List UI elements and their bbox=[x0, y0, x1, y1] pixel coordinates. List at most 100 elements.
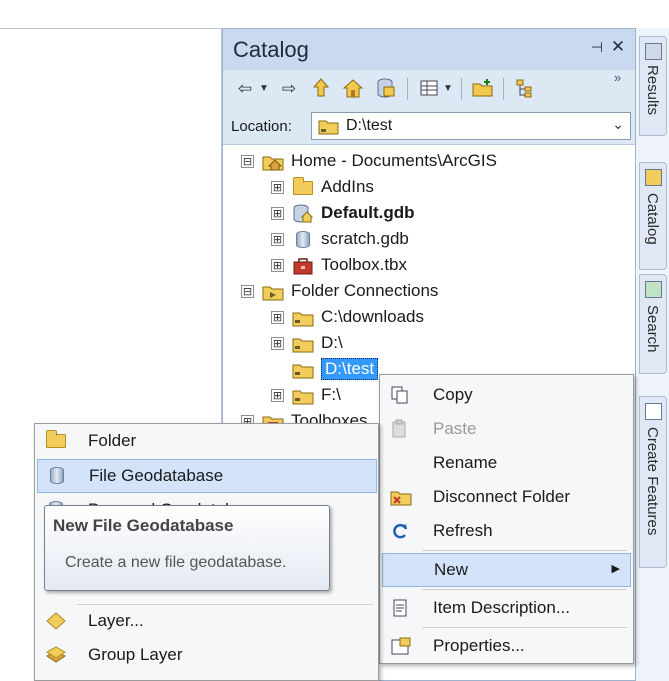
catalog-toolbar: ⇦ ▼ ⇨ ▼ bbox=[223, 69, 635, 107]
tree-item-label: C:\downloads bbox=[321, 307, 425, 326]
toggle-contents-icon[interactable] bbox=[373, 77, 397, 101]
menu-item-label: Item Description... bbox=[433, 598, 570, 617]
location-combobox[interactable]: D:\test ⌄ bbox=[311, 112, 631, 140]
create-features-icon bbox=[645, 403, 662, 420]
tooltip-body: Create a new file geodatabase. bbox=[65, 554, 287, 571]
tab-search[interactable]: Search bbox=[639, 274, 667, 374]
menu-item-label: New bbox=[434, 560, 469, 579]
folder-connections-icon bbox=[262, 282, 284, 301]
tree-options-icon[interactable] bbox=[513, 77, 537, 101]
menu-item-new-folder[interactable]: Folder bbox=[37, 425, 377, 457]
menu-item-item-description[interactable]: Item Description... bbox=[382, 592, 631, 624]
paste-icon bbox=[390, 419, 410, 439]
tree-item-label: F:\ bbox=[321, 385, 341, 404]
expand-icon[interactable]: ⊞ bbox=[271, 310, 284, 324]
home-icon[interactable] bbox=[341, 77, 365, 101]
tree-item-home[interactable]: ⊟ Home - Documents\ArcGIS bbox=[241, 149, 497, 173]
connect-folder-icon[interactable] bbox=[471, 77, 495, 101]
tree-item-f-drive[interactable]: ⊞ F:\ bbox=[271, 383, 341, 407]
expand-icon[interactable]: ⊞ bbox=[271, 180, 284, 194]
tree-item-label: Folder Connections bbox=[291, 281, 439, 300]
menu-item-disconnect-folder[interactable]: Disconnect Folder bbox=[382, 481, 631, 513]
location-value: D:\test bbox=[346, 117, 393, 134]
toolbar-overflow-icon[interactable]: » bbox=[614, 70, 621, 85]
tab-catalog[interactable]: Catalog bbox=[639, 162, 667, 270]
folder-connection-icon bbox=[292, 386, 314, 405]
tab-label: Search bbox=[644, 305, 661, 353]
menu-item-paste: Paste bbox=[382, 413, 631, 445]
menu-item-new-group-layer[interactable]: Group Layer bbox=[37, 639, 377, 671]
menu-item-label: Refresh bbox=[433, 521, 493, 540]
expand-icon[interactable]: ⊞ bbox=[271, 258, 284, 272]
file-geodatabase-icon bbox=[46, 466, 68, 486]
back-icon[interactable]: ⇦ bbox=[233, 77, 257, 101]
location-bar: Location: D:\test ⌄ bbox=[223, 107, 635, 145]
tree-item-folder-connections[interactable]: ⊟ Folder Connections bbox=[241, 279, 438, 303]
expand-icon[interactable]: ⊞ bbox=[271, 232, 284, 246]
tree-item-addins[interactable]: ⊞ AddIns bbox=[271, 175, 374, 199]
dropdown-arrow-icon[interactable]: ▼ bbox=[257, 77, 271, 101]
refresh-icon bbox=[390, 521, 410, 541]
tree-item-label: Toolbox.tbx bbox=[321, 255, 407, 274]
tab-create-features[interactable]: Create Features bbox=[639, 396, 667, 568]
menu-item-properties[interactable]: Properties... bbox=[382, 630, 631, 662]
expand-icon[interactable]: ⊞ bbox=[271, 206, 284, 220]
pin-icon[interactable]: ⊣ bbox=[589, 39, 605, 57]
tree-item-label: AddIns bbox=[321, 177, 374, 196]
menu-item-new-layer[interactable]: Layer... bbox=[37, 605, 377, 637]
menu-item-rename[interactable]: Rename bbox=[382, 447, 631, 479]
tree-item-default-gdb[interactable]: ⊞ Default.gdb bbox=[271, 201, 415, 225]
catalog-title: Catalog bbox=[233, 37, 309, 62]
tab-results[interactable]: Results bbox=[639, 36, 667, 136]
tree-item-label: Default.gdb bbox=[321, 203, 415, 222]
tooltip-title: New File Geodatabase bbox=[53, 516, 234, 535]
properties-icon bbox=[390, 636, 411, 656]
folder-connection-icon bbox=[292, 334, 314, 353]
tree-item-toolbox[interactable]: ⊞ Toolbox.tbx bbox=[271, 253, 407, 277]
geodatabase-icon bbox=[292, 230, 314, 248]
tree-item-label: D:\ bbox=[321, 333, 343, 352]
search-icon bbox=[645, 281, 662, 298]
tree-item-d-test[interactable]: D:\test bbox=[271, 357, 379, 381]
menu-item-label: Group Layer bbox=[88, 645, 183, 664]
menu-item-new-file-geodatabase[interactable]: File Geodatabase bbox=[37, 459, 377, 493]
catalog-icon bbox=[645, 169, 662, 186]
item-description-icon bbox=[390, 598, 410, 618]
location-label: Location: bbox=[231, 118, 292, 135]
folder-connection-icon bbox=[292, 308, 314, 327]
expand-icon[interactable]: ⊞ bbox=[271, 388, 284, 402]
folder-icon bbox=[292, 177, 314, 196]
close-icon[interactable]: ✕ bbox=[609, 37, 627, 57]
chevron-down-icon[interactable]: ⌄ bbox=[612, 116, 624, 133]
menu-item-label: Paste bbox=[433, 419, 477, 438]
menu-item-refresh[interactable]: Refresh bbox=[382, 515, 631, 547]
submenu-arrow-icon: ▶ bbox=[611, 563, 620, 575]
menu-item-label: File Geodatabase bbox=[89, 466, 224, 485]
tree-item-scratch-gdb[interactable]: ⊞ scratch.gdb bbox=[271, 227, 409, 251]
group-layer-icon bbox=[45, 645, 67, 665]
copy-icon bbox=[390, 385, 410, 405]
folder-icon bbox=[45, 430, 67, 451]
tab-label: Create Features bbox=[644, 427, 661, 536]
menu-item-label: Layer... bbox=[88, 611, 144, 630]
view-options-icon[interactable] bbox=[417, 77, 441, 101]
tab-label: Catalog bbox=[644, 193, 661, 245]
view-dropdown-icon[interactable]: ▼ bbox=[441, 77, 455, 101]
tree-item-d-drive[interactable]: ⊞ D:\ bbox=[271, 331, 343, 355]
collapse-icon[interactable]: ⊟ bbox=[241, 154, 254, 168]
menu-item-new[interactable]: New ▶ bbox=[382, 553, 631, 587]
context-menu: Copy Paste Rename Disconnect Folder Refr… bbox=[379, 374, 634, 664]
menu-item-label: Folder bbox=[88, 431, 137, 450]
forward-icon[interactable]: ⇨ bbox=[277, 77, 301, 101]
menu-item-label: Rename bbox=[433, 453, 498, 472]
menu-item-copy[interactable]: Copy bbox=[382, 379, 631, 411]
results-icon bbox=[645, 43, 662, 60]
collapse-icon[interactable]: ⊟ bbox=[241, 284, 254, 298]
tree-item-c-downloads[interactable]: ⊞ C:\downloads bbox=[271, 305, 424, 329]
tree-item-label: D:\test bbox=[321, 358, 379, 380]
default-geodatabase-icon bbox=[292, 204, 314, 223]
up-folder-icon[interactable] bbox=[309, 77, 333, 101]
tree-item-label: Home - Documents\ArcGIS bbox=[291, 151, 497, 170]
layer-icon bbox=[45, 611, 67, 631]
expand-icon[interactable]: ⊞ bbox=[271, 336, 284, 350]
